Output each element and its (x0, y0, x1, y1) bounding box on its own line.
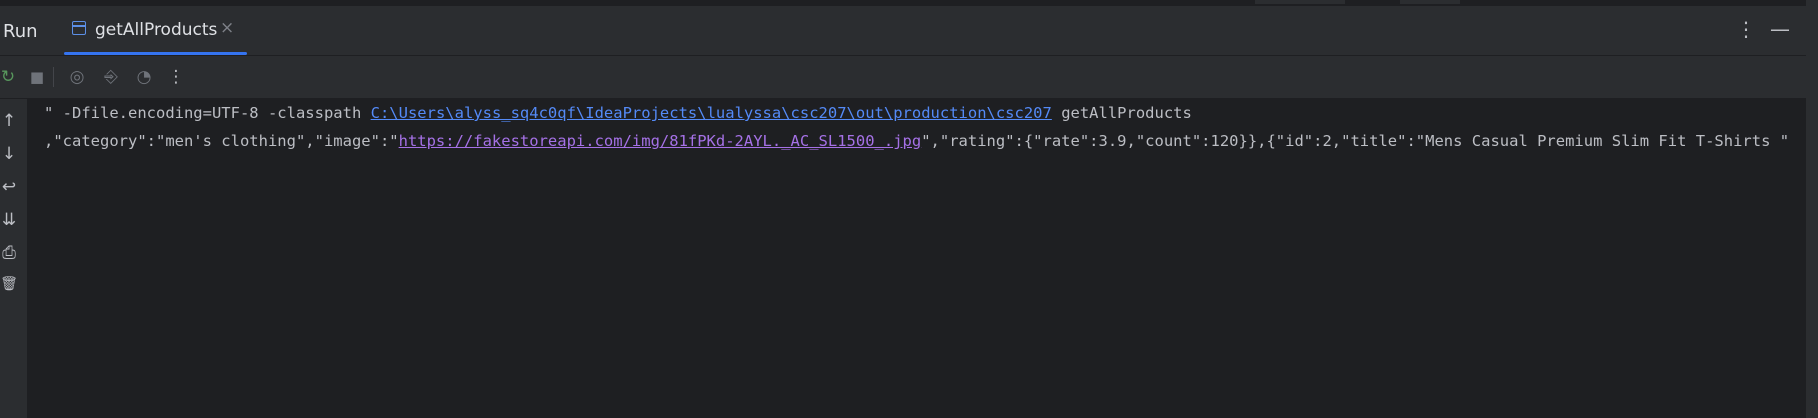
active-tab-indicator (64, 52, 247, 55)
scroll-to-end-icon[interactable]: ⇊ (0, 210, 18, 232)
arrow-down-icon[interactable]: ↓ (0, 144, 18, 166)
console-window-icon (72, 21, 86, 35)
tab-label: getAllProducts (95, 20, 218, 40)
console-side-toolbar: ↑ ↓ ↩ ⇊ ⎙ 🗑 (0, 99, 28, 418)
run-tool-window-header: Run getAllProducts × ⋮ — (0, 7, 1818, 56)
more-options-icon[interactable]: ⋮ (1736, 17, 1756, 41)
console-line: " -Dfile.encoding=UTF-8 -classpath C:\Us… (44, 104, 1192, 122)
more-options-icon[interactable]: ⋮ (166, 67, 186, 87)
restore-layout-icon[interactable]: ⎆ (101, 67, 121, 87)
rerun-icon[interactable]: ↻ (0, 67, 18, 87)
toolbar-separator (53, 67, 54, 87)
tab-getallproducts[interactable]: getAllProducts × (64, 7, 247, 55)
run-toolbar: ↻ ■ ◎ ⎆ ◔ ⋮ (0, 56, 1818, 99)
stop-icon[interactable]: ■ (27, 67, 47, 87)
vertical-scrollbar[interactable] (1806, 0, 1818, 418)
camera-icon[interactable]: ◎ (67, 67, 87, 87)
console-text: ,"category":"men's clothing","image":" (44, 132, 399, 150)
minimize-icon[interactable]: — (1770, 17, 1790, 41)
editor-tab-remnant (1255, 0, 1345, 4)
coverage-icon[interactable]: ◔ (134, 67, 154, 87)
editor-tabs-remnant (0, 0, 1818, 7)
print-icon[interactable]: ⎙ (0, 243, 18, 265)
console-text: " -Dfile.encoding=UTF-8 -classpath (44, 104, 371, 122)
classpath-link[interactable]: C:\Users\alyss_sq4c0qf\IdeaProjects\lual… (371, 104, 1052, 122)
close-icon[interactable]: × (220, 18, 234, 38)
console-text: getAllProducts (1051, 104, 1192, 122)
image-url-link[interactable]: https://fakestoreapi.com/img/81fPKd-2AYL… (399, 132, 922, 150)
editor-tab-remnant (1400, 0, 1460, 4)
console-text: ","rating":{"rate":3.9,"count":120}},{"i… (921, 132, 1790, 150)
trash-icon[interactable]: 🗑 (0, 276, 18, 298)
run-panel-title: Run (3, 21, 38, 42)
console-line: ,"category":"men's clothing","image":"ht… (44, 132, 1789, 150)
arrow-up-icon[interactable]: ↑ (0, 111, 18, 133)
console-output[interactable]: " -Dfile.encoding=UTF-8 -classpath C:\Us… (28, 99, 1806, 418)
soft-wrap-icon[interactable]: ↩ (0, 177, 18, 199)
